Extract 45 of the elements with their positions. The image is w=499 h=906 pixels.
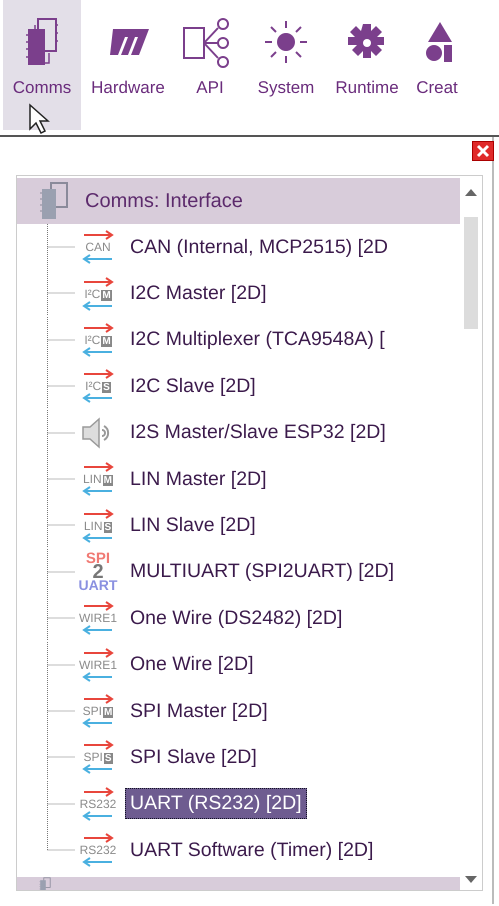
toolbar-button[interactable]: Comms (3, 0, 81, 130)
list-item[interactable]: I2C Multiplexer (TCA9548A) [ (125, 324, 390, 356)
scroll-down-icon[interactable] (464, 875, 478, 884)
tree-line (47, 502, 75, 548)
list-item[interactable]: SPI Master [2D] (125, 696, 273, 727)
list-item[interactable]: LIN Master [2D] (125, 464, 272, 495)
toolbar-button[interactable]: Creat (407, 0, 467, 130)
toolbar-button[interactable]: API (175, 0, 245, 130)
list-item[interactable]: I2S Master/Slave ESP32 [2D] (125, 417, 391, 448)
group-title: Comms: Interface (85, 190, 243, 212)
toolbar-button[interactable]: System (245, 0, 327, 130)
tree-line (47, 548, 75, 595)
mouse-pointer-icon (28, 103, 50, 135)
tree-line (47, 688, 75, 734)
chip-icon (39, 877, 52, 890)
list-item[interactable]: UART Software (Timer) [2D] (125, 834, 378, 866)
list-item[interactable]: I2C Master [2D] (125, 278, 272, 310)
list-item[interactable]: CAN (Internal, MCP2515) [2D (125, 232, 393, 263)
chip-icon (39, 181, 71, 221)
list-item[interactable]: LIN Slave [2D] (125, 510, 261, 542)
tree-line (47, 316, 75, 363)
chip-icon (25, 17, 59, 67)
toolbar-button[interactable]: Hardware (81, 0, 175, 130)
tree-line (47, 734, 75, 780)
toolbar-button[interactable]: Runtime (327, 0, 407, 130)
close-icon (475, 143, 491, 159)
tree-line (47, 456, 75, 502)
list-item[interactable]: SPI Slave [2D] (125, 742, 262, 773)
list-item[interactable]: MULTIUART (SPI2UART) [2D] (125, 556, 400, 588)
close-button[interactable] (472, 141, 494, 161)
scrollbar-thumb[interactable] (464, 217, 478, 329)
tree-line (47, 270, 75, 316)
scroll-up-icon[interactable] (464, 188, 478, 197)
tree-line (47, 363, 75, 410)
group-header[interactable]: Comms: Interface (17, 178, 460, 224)
protocol-icon: SPI 2 UART (75, 550, 121, 594)
tree-line (47, 642, 75, 688)
list-item[interactable]: I2C Slave [2D] (125, 370, 261, 402)
list-item[interactable]: One Wire (DS2482) [2D] (125, 602, 348, 634)
tree-line (47, 410, 75, 456)
tree-line (47, 595, 75, 642)
list-item[interactable]: UART (RS232) [2D] (125, 788, 307, 820)
tree-line (47, 224, 75, 270)
list-item[interactable]: One Wire [2D] (125, 649, 259, 680)
sun-icon (263, 19, 309, 65)
